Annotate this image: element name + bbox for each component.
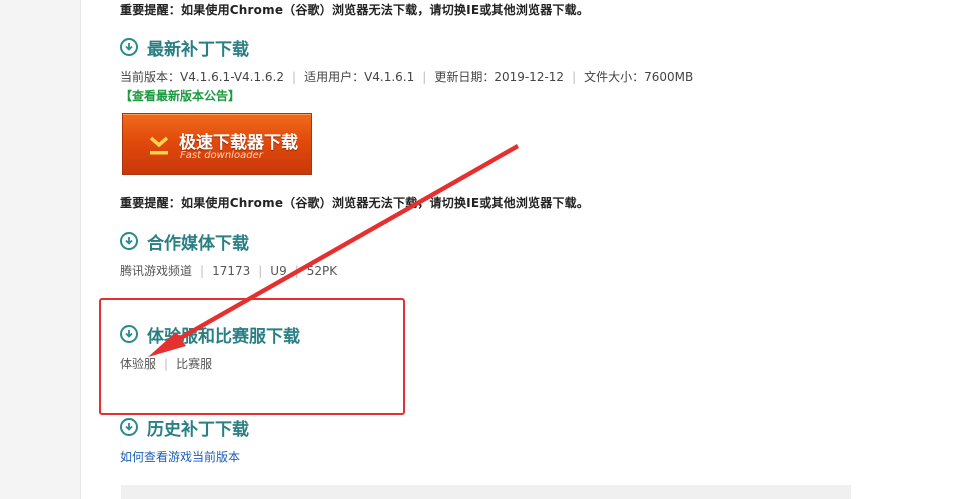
file-size: 文件大小：7600MB [584,70,694,84]
media-link-17173[interactable]: 17173 [212,264,250,278]
download-circle-icon [120,418,138,436]
patch-meta: 当前版本：V4.1.6.1-V4.1.6.2 | 适用用户：V4.1.6.1 | 更新日… [120,70,694,84]
chrome-warning-middle: 重要提醒：如果使用Chrome（谷歌）浏览器无法下载，请切换IE或其他浏览器下载… [120,196,590,210]
highlight-box [99,298,405,415]
media-download-title: 合作媒体下载 [147,233,249,254]
media-link-tencent[interactable]: 腾讯游戏频道 [120,264,192,278]
media-links: 腾讯游戏频道 | 17173 | U9 | 52PK [120,264,338,278]
media-link-u9[interactable]: U9 [270,264,286,278]
media-download-header: 合作媒体下载 [120,229,249,254]
check-version-link[interactable]: 如何查看游戏当前版本 [120,448,240,465]
bottom-panel [121,485,851,499]
latest-patch-header: 最新补丁下载 [120,35,249,60]
update-date: 更新日期：2019-12-12 [434,70,565,84]
media-link-52pk[interactable]: 52PK [307,264,337,278]
latest-announcement-link[interactable]: 【查看最新版本公告】 [120,87,240,104]
download-circle-icon [120,232,138,250]
download-arrow-icon [149,136,169,155]
current-version: 当前版本：V4.1.6.1-V4.1.6.2 [120,70,285,84]
fast-downloader-button[interactable]: 极速下载器下载 Fast downloader [122,113,312,175]
latest-patch-title: 最新补丁下载 [147,39,249,60]
chrome-warning-top: 重要提醒：如果使用Chrome（谷歌）浏览器无法下载，请切换IE或其他浏览器下载… [120,3,590,17]
applicable-users: 适用用户：V4.1.6.1 [304,70,415,84]
download-circle-icon [120,38,138,56]
fast-downloader-sublabel: Fast downloader [180,150,263,161]
history-patch-header: 历史补丁下载 [120,415,249,440]
history-patch-title: 历史补丁下载 [147,419,249,440]
